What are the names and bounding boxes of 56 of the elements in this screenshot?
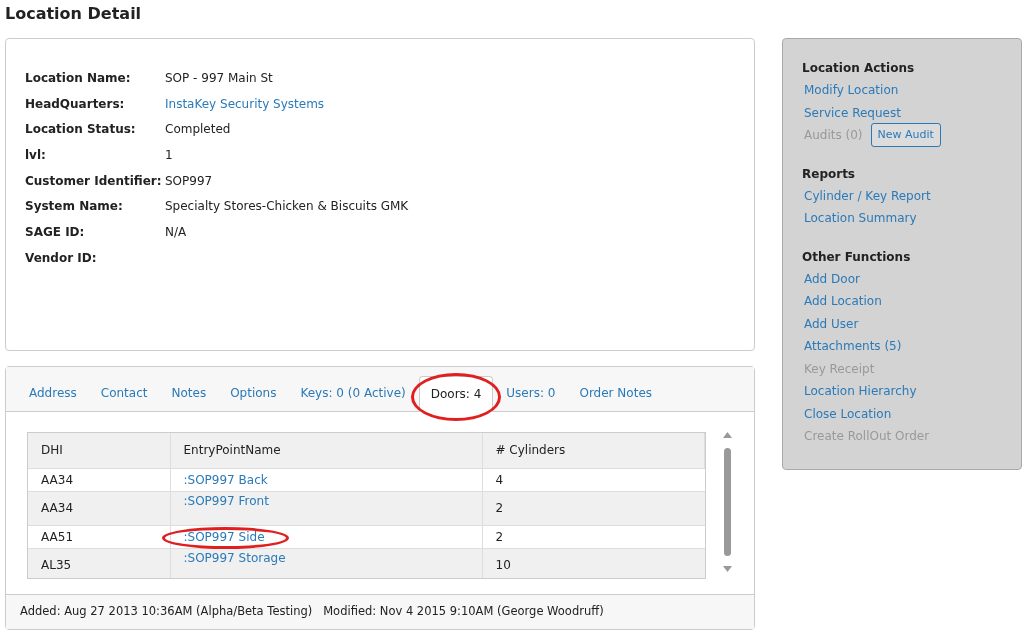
scroll-up-icon[interactable] [723,432,732,438]
section-heading: Location Actions [802,60,916,77]
action-link[interactable]: Modify Location [804,81,899,100]
table-cell: 2 [482,525,705,548]
field-label: Location Name: [25,69,132,87]
entry-point-link[interactable]: :SOP997 Front [183,493,269,508]
field-value: SOP - 997 Main St [165,69,273,87]
disabled-link: Key Receipt [804,360,875,378]
action-link[interactable]: Location Hierarchy [804,382,917,401]
table-cell: AA34 [28,468,170,491]
headquarters-link[interactable]: InstaKey Security Systems [165,94,325,113]
field-label: SAGE ID: [25,223,86,241]
disabled-link: Create RollOut Order [804,428,930,446]
field-label: System Name: [25,198,124,216]
field-value: 1 [165,146,173,164]
field-label: HeadQuarters: [25,95,126,113]
action-link[interactable]: Add User [804,314,859,333]
field-label: Customer Identifier: [25,172,163,190]
scrollbar[interactable] [721,432,734,572]
field-value: Specialty Stores-Chicken & Biscuits GMK [165,198,409,216]
disabled-link: Audits (0) [804,127,863,145]
tab[interactable]: Doors: 4 [418,376,494,412]
page-title: Location Detail [5,3,142,25]
tab[interactable]: Users: 0 [495,375,567,411]
entry-point-link[interactable]: :SOP997 Storage [183,550,286,565]
action-link[interactable]: Service Request [804,103,901,122]
table-cell: 4 [482,468,705,491]
entry-point-link[interactable]: :SOP997 Back [183,472,268,487]
action-link[interactable]: Location Summary [804,209,917,228]
action-link[interactable]: Add Door [804,269,860,288]
action-link[interactable]: Close Location [804,404,892,423]
action-link[interactable]: Add Location [804,292,882,311]
action-link[interactable]: Attachments (5) [804,337,902,356]
tab[interactable]: Notes [160,375,218,411]
field-value: SOP997 [165,172,213,190]
entry-point-link[interactable]: :SOP997 Side [183,529,265,544]
section-heading: Other Functions [802,248,912,266]
tab[interactable]: Order Notes [568,375,663,411]
audit-info: Added: Aug 27 2013 10:36AM (Alpha/Beta Testing) Modified: Nov 4 2015 9:10AM (George Woodruff) [20,603,604,621]
field-label: Location Status: [25,121,137,139]
table-cell: 2 [482,491,705,525]
field-value: N/A [165,223,187,241]
tab[interactable]: Keys: 0 (0 Active) [289,375,417,411]
table-cell: 10 [482,548,705,578]
scroll-down-icon[interactable] [723,566,732,572]
action-link[interactable]: Cylinder / Key Report [804,186,931,205]
tab[interactable]: Address [18,375,88,411]
tab[interactable]: Contact [89,375,159,411]
section-heading: Reports [802,165,856,183]
tab[interactable]: Options [219,375,288,411]
scroll-thumb[interactable] [724,448,731,556]
field-label: lvl: [25,146,47,164]
field-value: Completed [165,121,231,139]
table-cell: AL35 [28,548,170,578]
table-cell: AA34 [28,491,170,525]
field-label: Vendor ID: [25,249,98,267]
